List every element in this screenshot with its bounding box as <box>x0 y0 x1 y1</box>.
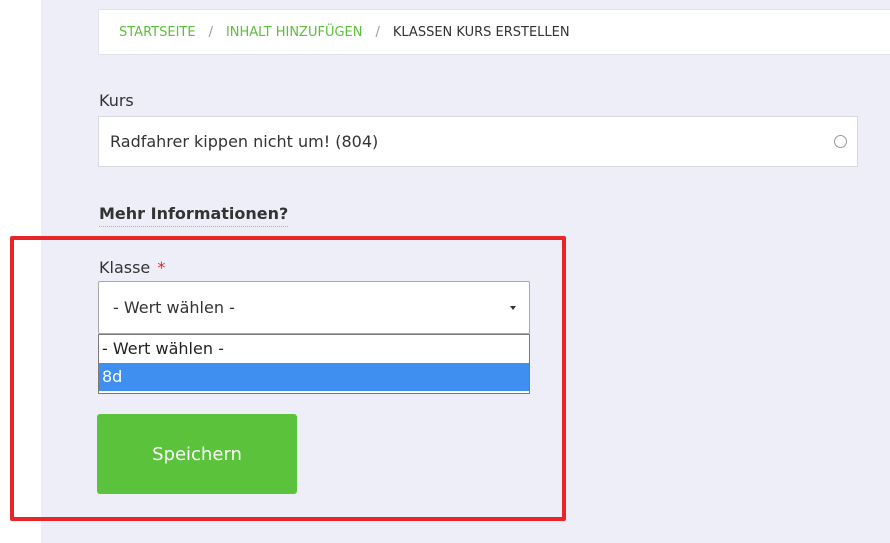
breadcrumb-separator: / <box>375 24 380 40</box>
klasse-label-text: Klasse <box>99 258 151 277</box>
breadcrumb-link-inhalt-hinzufuegen[interactable]: INHALT HINZUFÜGEN <box>226 25 363 40</box>
breadcrumb-separator: / <box>208 24 213 40</box>
dropdown-option-8d[interactable]: 8d <box>99 363 529 391</box>
save-button[interactable]: Speichern <box>97 414 297 494</box>
kurs-value: Radfahrer kippen nicht um! (804) <box>110 132 379 151</box>
dropdown-option-wert-waehlen[interactable]: - Wert wählen - <box>99 335 529 363</box>
kurs-input[interactable]: Radfahrer kippen nicht um! (804) <box>98 116 858 167</box>
klasse-select[interactable]: - Wert wählen - <box>98 281 530 334</box>
breadcrumb-current: KLASSEN KURS ERSTELLEN <box>392 24 570 40</box>
kurs-label: Kurs <box>99 91 134 110</box>
klasse-select-value: - Wert wählen - <box>113 298 235 317</box>
klasse-label: Klasse * <box>99 258 165 277</box>
breadcrumb-link-startseite[interactable]: STARTSEITE <box>119 25 196 40</box>
klasse-dropdown-list: - Wert wählen - 8d <box>98 334 530 394</box>
caret-down-icon <box>510 306 516 310</box>
loading-circle-icon <box>834 135 847 148</box>
breadcrumb: STARTSEITE / INHALT HINZUFÜGEN / KLASSEN… <box>98 9 890 55</box>
required-marker: * <box>157 258 166 277</box>
more-info-toggle[interactable]: Mehr Informationen? <box>99 204 289 227</box>
